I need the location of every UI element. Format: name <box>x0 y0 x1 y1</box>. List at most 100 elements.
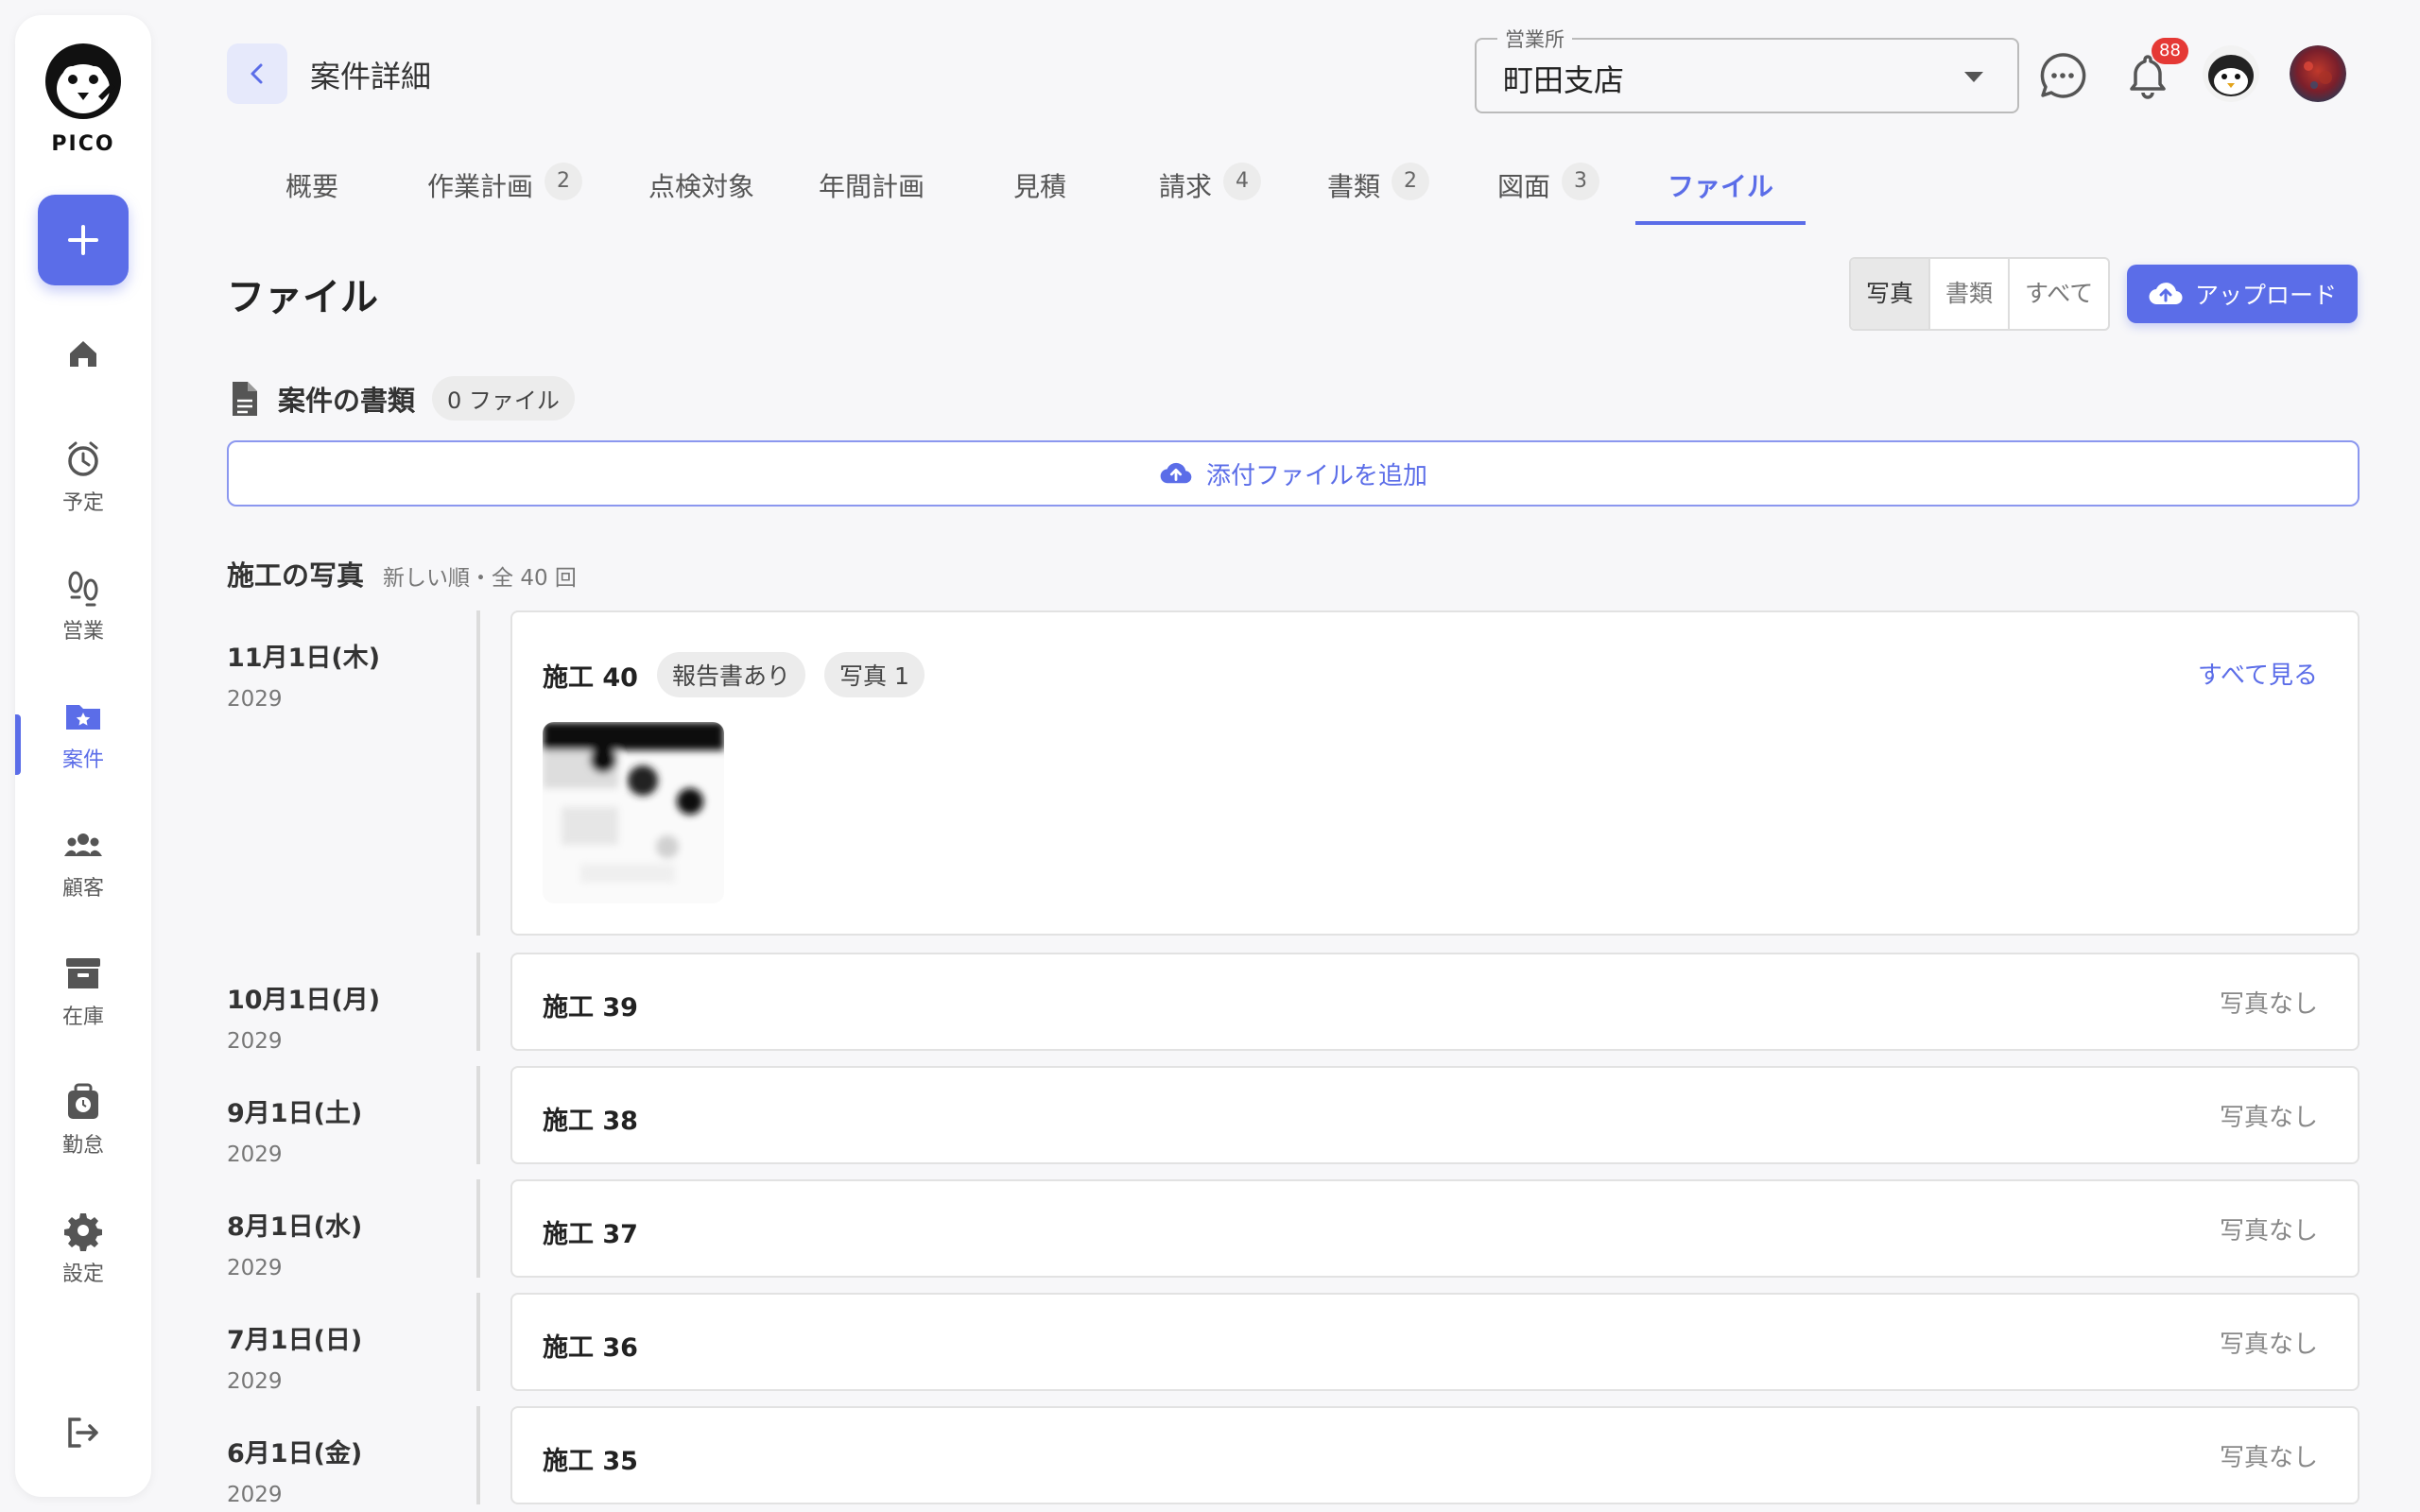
sidebar-item-projects[interactable]: 案件 <box>15 696 151 773</box>
timecard-icon <box>68 1083 98 1119</box>
filter-photos-button[interactable]: 写真 <box>1851 259 1931 329</box>
user-photo-icon <box>2290 45 2346 102</box>
timeline-line <box>476 1293 480 1391</box>
tab-label: 作業計画 <box>427 171 534 202</box>
chat-icon[interactable] <box>2036 49 2089 102</box>
timeline-date-label: 7月1日(日) <box>227 1326 363 1355</box>
construction-photos-title: 施工の写真 <box>227 559 365 592</box>
sidebar: PICO 予定 営業 案件 顧客 在庫 勤怠 設定 <box>15 15 151 1497</box>
timeline-year-label: 2029 <box>227 1029 283 1054</box>
timeline-date-label: 6月1日(金) <box>227 1439 363 1469</box>
tab-files[interactable]: ファイル <box>1668 166 1773 227</box>
construction-title: 施工 40 <box>543 662 638 693</box>
project-documents-title: 案件の書類 <box>278 384 416 417</box>
penguin-avatar[interactable] <box>2203 45 2259 102</box>
sidebar-item-label: 予定 <box>61 491 104 515</box>
footprints-icon <box>68 571 98 607</box>
cloud-upload-icon <box>1160 462 1192 484</box>
construction-card[interactable]: 施工 38 写真なし <box>510 1066 2360 1164</box>
filter-documents-button[interactable]: 書類 <box>1930 259 2011 329</box>
timeline-date-label: 10月1日(月) <box>227 986 381 1015</box>
tab-count-badge: 2 <box>544 163 583 200</box>
user-avatar[interactable] <box>2290 45 2346 102</box>
no-photos-label: 写真なし <box>2219 1331 2318 1359</box>
notification-count-badge: 88 <box>2152 38 2188 64</box>
timeline-date-label: 11月1日(木) <box>227 644 381 673</box>
timeline-year-label: 2029 <box>227 1369 283 1394</box>
construction-card[interactable]: 施工 40 報告書あり 写真 1 すべて見る <box>510 610 2360 936</box>
photo-thumbnail[interactable] <box>543 722 724 903</box>
sidebar-item-label: 勤怠 <box>61 1134 104 1158</box>
timeline-line <box>476 953 480 1051</box>
report-chip: 報告書あり <box>656 652 805 697</box>
timeline-date-label: 9月1日(土) <box>227 1099 363 1128</box>
sidebar-item-label: 在庫 <box>61 1005 104 1029</box>
project-documents-header: 案件の書類 0 ファイル <box>227 376 575 421</box>
sidebar-item-settings[interactable]: 設定 <box>15 1210 151 1287</box>
app-logo[interactable]: PICO <box>15 42 151 156</box>
construction-card[interactable]: 施工 39 写真なし <box>510 953 2360 1051</box>
tab-label: 概要 <box>285 171 339 202</box>
tab-label: 請求 <box>1159 171 1213 202</box>
gear-icon <box>64 1213 102 1251</box>
sidebar-item-label: 設定 <box>61 1263 104 1286</box>
archive-box-icon <box>66 958 100 988</box>
construction-title: 施工 36 <box>543 1333 638 1363</box>
construction-title: 施工 35 <box>543 1447 638 1476</box>
construction-card[interactable]: 施工 37 写真なし <box>510 1179 2360 1278</box>
tab-label: 図面 <box>1497 171 1551 202</box>
active-tab-underline <box>1635 221 1806 225</box>
sidebar-item-inventory[interactable]: 在庫 <box>15 953 151 1030</box>
plus-icon <box>68 225 98 255</box>
filter-all-button[interactable]: すべて <box>2010 259 2108 329</box>
sidebar-item-sales[interactable]: 営業 <box>15 567 151 644</box>
upload-button-label: アップロード <box>2194 282 2337 309</box>
photo-count-chip: 写真 1 <box>824 652 925 697</box>
create-new-button[interactable] <box>38 195 129 285</box>
tab-label: 年間計画 <box>819 171 925 202</box>
timeline-year-label: 2029 <box>227 1256 283 1280</box>
add-attachment-button[interactable]: 添付ファイルを追加 <box>227 440 2360 507</box>
group-icon <box>64 833 102 856</box>
cloud-upload-icon <box>2149 283 2183 305</box>
construction-title: 施工 37 <box>543 1220 638 1249</box>
logout-button[interactable] <box>15 1412 151 1453</box>
tab-count-badge: 2 <box>1392 163 1430 200</box>
add-attachment-label: 添付ファイルを追加 <box>1205 461 1427 490</box>
tab-label: ファイル <box>1668 171 1774 202</box>
tab-estimates[interactable]: 見積 <box>1013 166 1066 227</box>
no-photos-label: 写真なし <box>2219 1217 2318 1246</box>
tab-overview[interactable]: 概要 <box>285 166 338 227</box>
tab-documents[interactable]: 書類 2 <box>1327 163 1430 227</box>
caret-down-icon <box>1964 72 1983 82</box>
timeline-line <box>476 1406 480 1504</box>
sidebar-item-label: 顧客 <box>61 877 104 901</box>
upload-button[interactable]: アップロード <box>2127 265 2358 323</box>
sidebar-item-label: 営業 <box>61 620 104 644</box>
construction-card[interactable]: 施工 35 写真なし <box>510 1406 2360 1504</box>
branch-select[interactable]: 営業所 町田支店 <box>1475 25 2019 113</box>
back-button[interactable] <box>227 43 287 104</box>
tab-invoices[interactable]: 請求 4 <box>1159 163 1262 227</box>
sidebar-item-schedule[interactable]: 予定 <box>15 438 151 516</box>
tab-label: 書類 <box>1327 171 1381 202</box>
tab-label: 点検対象 <box>648 171 755 202</box>
sidebar-item-customers[interactable]: 顧客 <box>15 824 151 902</box>
tab-count-badge: 4 <box>1223 163 1262 200</box>
document-icon <box>233 381 257 416</box>
section-title: ファイル <box>227 276 378 319</box>
tab-count-badge: 3 <box>1562 163 1600 200</box>
sidebar-item-attendance[interactable]: 勤怠 <box>15 1081 151 1159</box>
timeline-date: 9月1日(土) 2029 <box>227 1092 362 1167</box>
photo-thumbnail-image <box>543 722 724 903</box>
tab-work-plan[interactable]: 作業計画 2 <box>427 163 583 227</box>
timeline-date-label: 8月1日(水) <box>227 1212 363 1242</box>
sidebar-item-home[interactable] <box>15 333 151 374</box>
penguin-avatar-icon <box>2203 45 2259 102</box>
see-all-link[interactable]: すべて見る <box>2198 656 2318 691</box>
tab-drawings[interactable]: 図面 3 <box>1497 163 1600 227</box>
tab-inspection-targets[interactable]: 点検対象 <box>648 166 754 227</box>
construction-photos-header: 施工の写真 新しい順・全 40 回 <box>227 554 577 593</box>
tab-annual-plan[interactable]: 年間計画 <box>819 166 925 227</box>
construction-card[interactable]: 施工 36 写真なし <box>510 1293 2360 1391</box>
